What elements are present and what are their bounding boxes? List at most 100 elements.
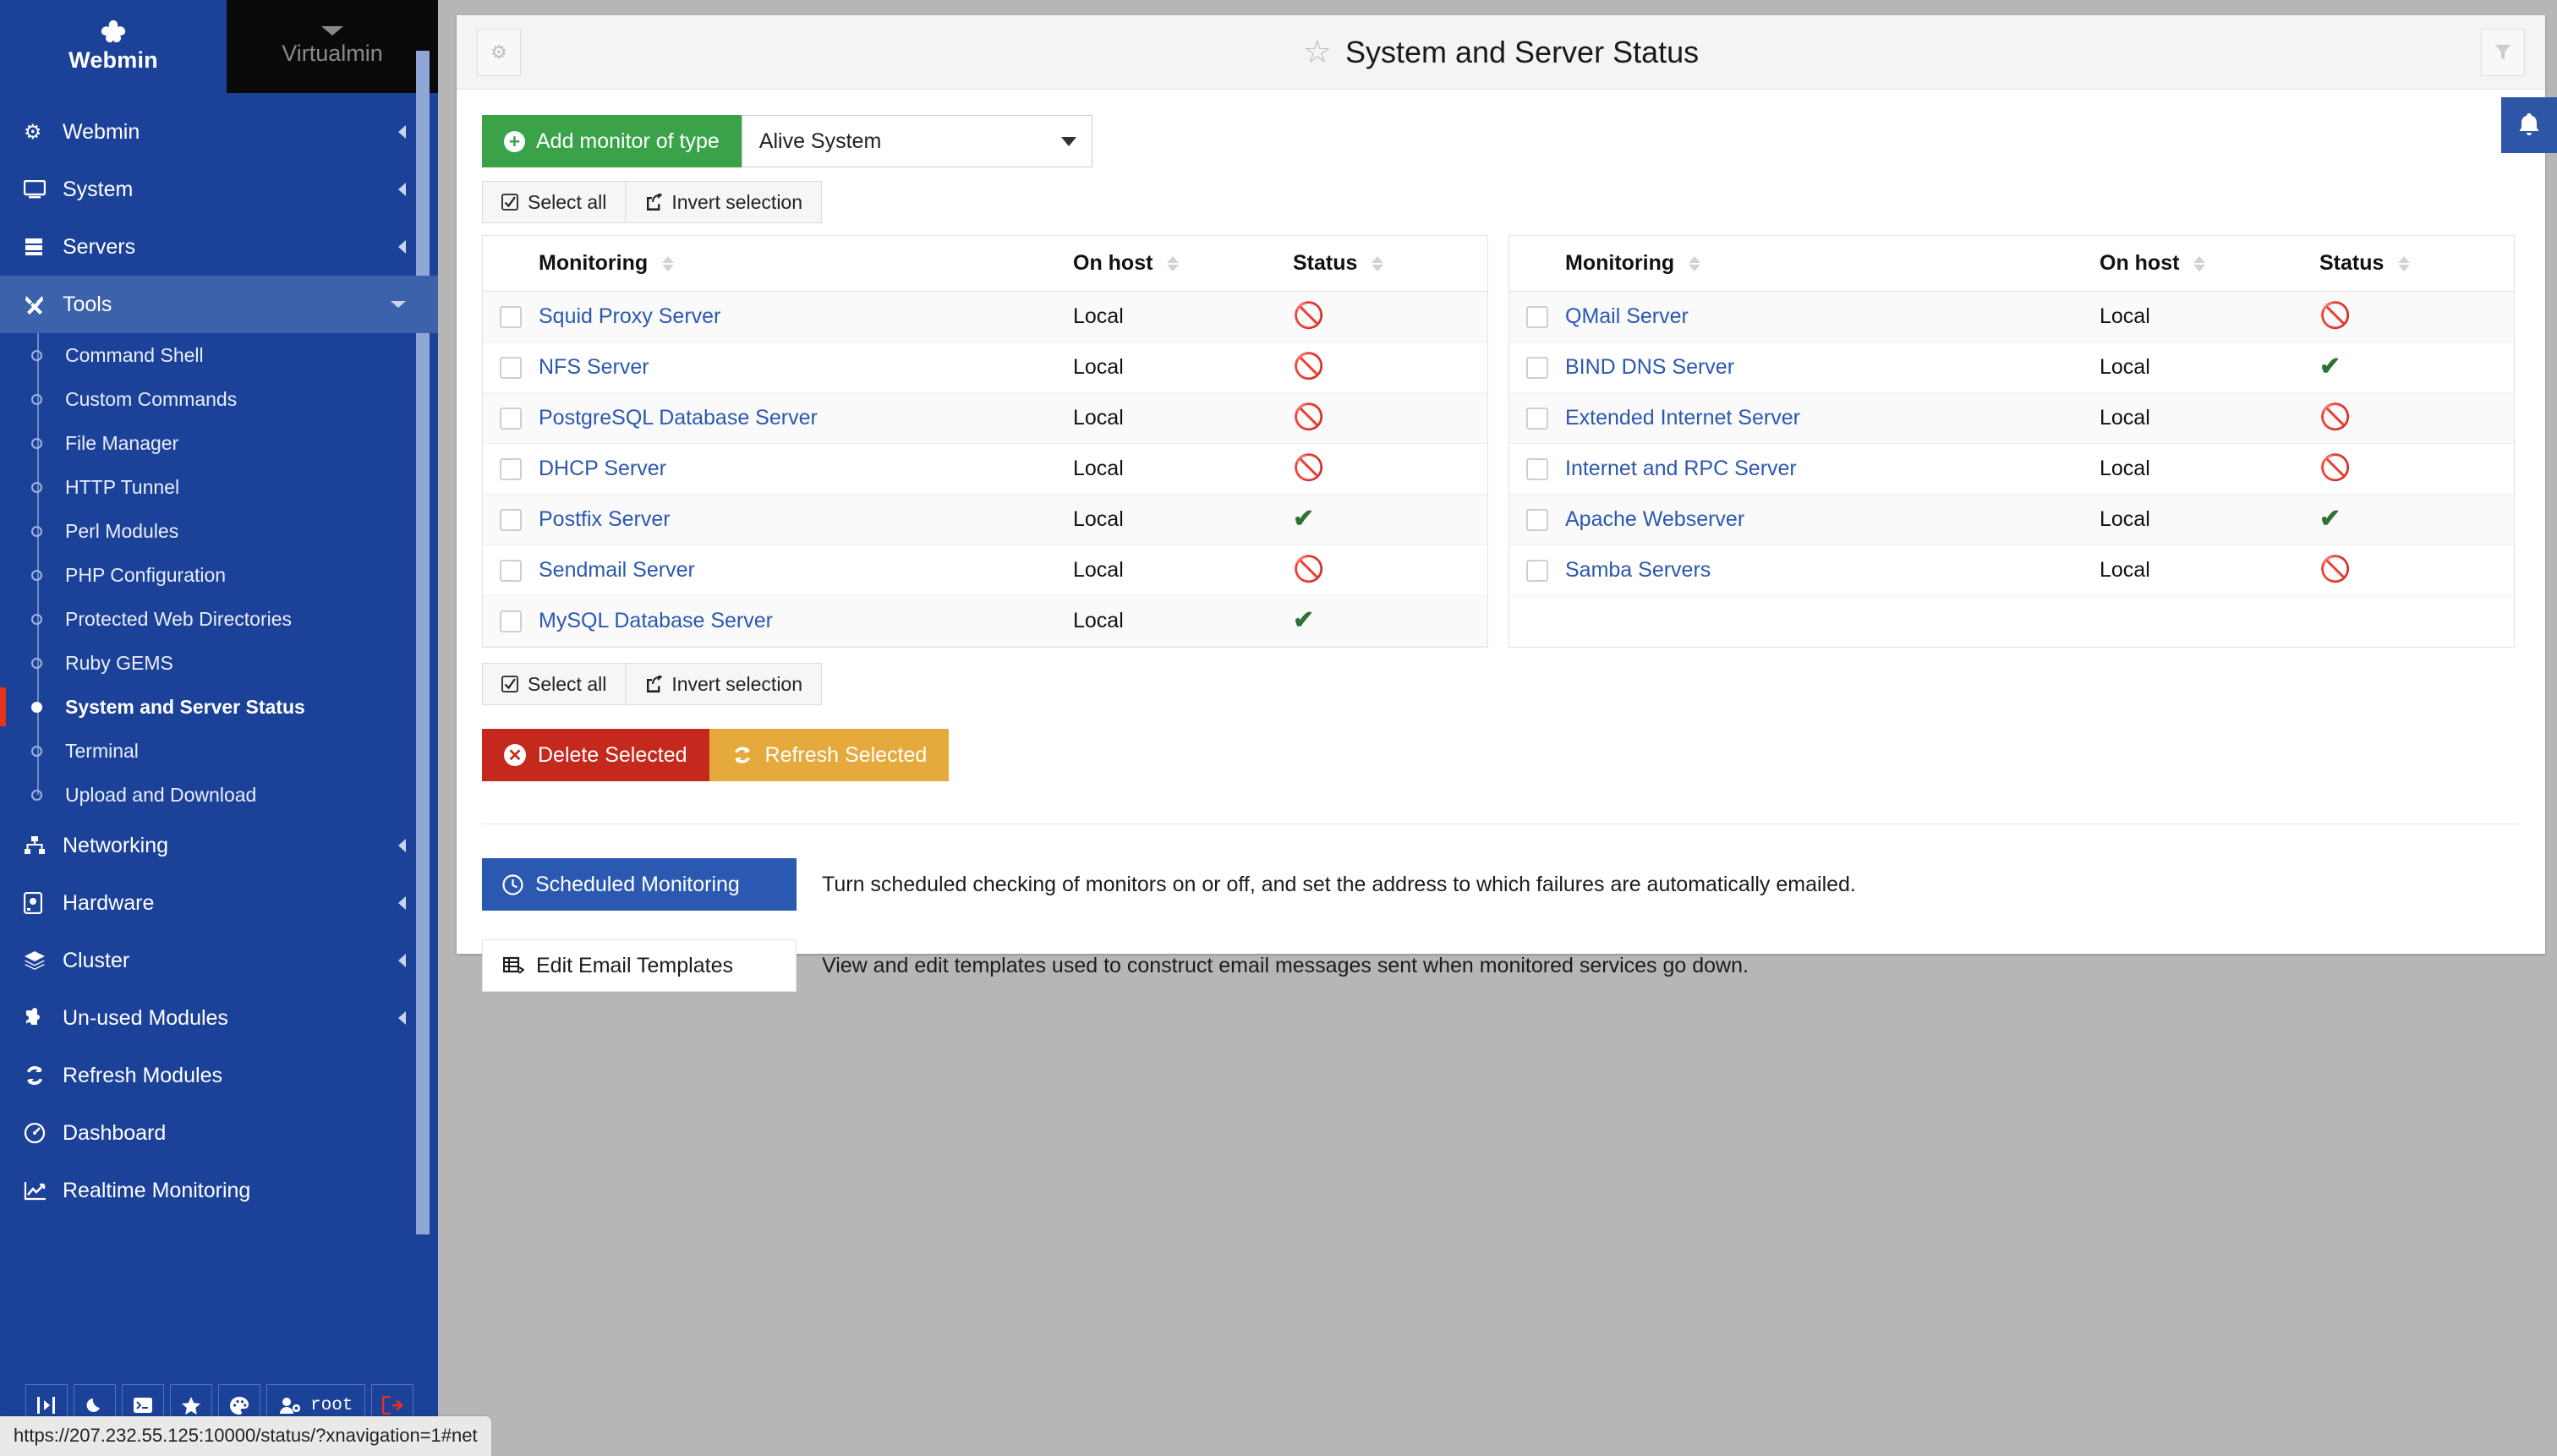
row-checkbox-cell[interactable] bbox=[483, 495, 539, 545]
column-status[interactable]: Status bbox=[2319, 236, 2514, 292]
webmin-logo-icon bbox=[99, 19, 128, 45]
module-config-button[interactable]: ⚙ bbox=[477, 29, 521, 76]
checkbox-icon[interactable] bbox=[500, 560, 522, 582]
sidebar-item-un-used-modules[interactable]: Un-used Modules bbox=[0, 989, 438, 1047]
sidebar-subitem-upload-and-download[interactable]: Upload and Download bbox=[0, 773, 438, 817]
sort-toggle-icon[interactable] bbox=[1167, 256, 1179, 271]
add-monitor-button[interactable]: + Add monitor of type bbox=[482, 115, 742, 167]
monitor-link[interactable]: NFS Server bbox=[539, 355, 649, 379]
sidebar-subitem-file-manager[interactable]: File Manager bbox=[0, 421, 438, 465]
monitor-link[interactable]: BIND DNS Server bbox=[1565, 355, 1734, 379]
sidebar-subitem-label: Custom Commands bbox=[65, 388, 237, 411]
gear-icon: ⚙ bbox=[490, 41, 507, 63]
sidebar-item-realtime-monitoring[interactable]: Realtime Monitoring bbox=[0, 1162, 438, 1219]
row-checkbox-cell[interactable] bbox=[483, 292, 539, 342]
monitor-link[interactable]: Squid Proxy Server bbox=[539, 304, 720, 328]
column-monitoring[interactable]: Monitoring bbox=[1565, 236, 2100, 292]
row-checkbox-cell[interactable] bbox=[483, 393, 539, 444]
monitor-link[interactable]: Internet and RPC Server bbox=[1565, 457, 1797, 480]
sidebar-item-servers[interactable]: Servers bbox=[0, 218, 438, 276]
row-checkbox-cell[interactable] bbox=[483, 545, 539, 596]
sort-toggle-icon[interactable] bbox=[1689, 256, 1700, 271]
checkbox-icon[interactable] bbox=[500, 458, 522, 480]
sidebar-subitem-terminal[interactable]: Terminal bbox=[0, 729, 438, 773]
sidebar-item-dashboard[interactable]: Dashboard bbox=[0, 1104, 438, 1162]
sort-toggle-icon[interactable] bbox=[2398, 256, 2410, 271]
sidebar-item-webmin[interactable]: ⚙ Webmin bbox=[0, 103, 438, 161]
status-ok-icon: ✔ bbox=[1293, 505, 1314, 533]
sidebar-item-cluster[interactable]: Cluster bbox=[0, 932, 438, 989]
scheduled-monitoring-button[interactable]: Scheduled Monitoring bbox=[482, 858, 797, 911]
row-checkbox-cell[interactable] bbox=[1509, 393, 1565, 444]
row-checkbox-cell[interactable] bbox=[483, 444, 539, 495]
sidebar-subitem-http-tunnel[interactable]: HTTP Tunnel bbox=[0, 465, 438, 509]
sidebar-subitem-ruby-gems[interactable]: Ruby GEMS bbox=[0, 641, 438, 685]
notifications-button[interactable] bbox=[2501, 97, 2557, 153]
delete-selected-button[interactable]: ✕ Delete Selected bbox=[482, 729, 709, 781]
checkbox-icon[interactable] bbox=[500, 357, 522, 379]
row-status-cell: 🚫 bbox=[1293, 342, 1487, 393]
checkbox-icon[interactable] bbox=[1526, 560, 1548, 582]
invert-selection-button-bottom[interactable]: Invert selection bbox=[626, 663, 822, 705]
sidebar-subitem-protected-web-directories[interactable]: Protected Web Directories bbox=[0, 597, 438, 641]
edit-email-templates-button[interactable]: Edit Email Templates bbox=[482, 939, 797, 992]
monitor-type-value: Alive System bbox=[759, 129, 881, 154]
checkbox-icon[interactable] bbox=[500, 408, 522, 430]
checkbox-icon[interactable] bbox=[1526, 357, 1548, 379]
select-all-button-bottom[interactable]: Select all bbox=[482, 663, 626, 705]
sidebar-subitem-perl-modules[interactable]: Perl Modules bbox=[0, 509, 438, 553]
invert-selection-button-top[interactable]: Invert selection bbox=[626, 181, 822, 223]
sidebar-item-tools[interactable]: Tools bbox=[0, 276, 438, 333]
sort-toggle-icon[interactable] bbox=[1372, 256, 1383, 271]
column-on-host[interactable]: On host bbox=[2100, 236, 2319, 292]
filter-button[interactable] bbox=[2481, 29, 2525, 76]
checkbox-icon[interactable] bbox=[1526, 408, 1548, 430]
monitor-type-select[interactable]: Alive System bbox=[742, 115, 1092, 167]
checkbox-icon[interactable] bbox=[500, 306, 522, 328]
select-all-button-top[interactable]: Select all bbox=[482, 181, 626, 223]
checkbox-icon[interactable] bbox=[1526, 458, 1548, 480]
row-checkbox-cell[interactable] bbox=[1509, 495, 1565, 545]
brand-webmin[interactable]: Webmin bbox=[0, 0, 227, 93]
sidebar-item-system[interactable]: System bbox=[0, 161, 438, 218]
row-checkbox-cell[interactable] bbox=[1509, 292, 1565, 342]
monitor-link[interactable]: Sendmail Server bbox=[539, 558, 695, 582]
sidebar-item-hardware[interactable]: Hardware bbox=[0, 874, 438, 932]
monitor-link[interactable]: DHCP Server bbox=[539, 457, 666, 480]
checkbox-icon[interactable] bbox=[500, 509, 522, 531]
checkbox-icon[interactable] bbox=[1526, 306, 1548, 328]
monitor-link[interactable]: MySQL Database Server bbox=[539, 609, 773, 632]
sidebar-subitem-custom-commands[interactable]: Custom Commands bbox=[0, 377, 438, 421]
sort-toggle-icon[interactable] bbox=[2193, 256, 2205, 271]
star-outline-icon[interactable]: ☆ bbox=[1303, 36, 1332, 68]
monitor-link[interactable]: PostgreSQL Database Server bbox=[539, 406, 818, 430]
sidebar-subitem-command-shell[interactable]: Command Shell bbox=[0, 333, 438, 377]
monitor-link[interactable]: Postfix Server bbox=[539, 507, 671, 531]
monitor-link[interactable]: Samba Servers bbox=[1565, 558, 1711, 582]
monitor-link[interactable]: Apache Webserver bbox=[1565, 507, 1744, 531]
page-content: + Add monitor of type Alive System Selec… bbox=[457, 90, 2545, 992]
checkbox-icon[interactable] bbox=[500, 610, 522, 632]
row-checkbox-cell[interactable] bbox=[483, 342, 539, 393]
brand-virtualmin[interactable]: Virtualmin bbox=[227, 0, 438, 93]
sidebar-item-networking[interactable]: Networking bbox=[0, 817, 438, 874]
monitor-link[interactable]: QMail Server bbox=[1565, 304, 1689, 328]
row-checkbox-cell[interactable] bbox=[1509, 342, 1565, 393]
column-status[interactable]: Status bbox=[1293, 236, 1487, 292]
row-checkbox-cell[interactable] bbox=[1509, 444, 1565, 495]
sidebar-subitem-label: Ruby GEMS bbox=[65, 652, 173, 675]
row-checkbox-cell[interactable] bbox=[483, 596, 539, 647]
sidebar-subitem-php-configuration[interactable]: PHP Configuration bbox=[0, 553, 438, 597]
column-checkbox bbox=[1509, 236, 1565, 292]
sort-toggle-icon[interactable] bbox=[662, 256, 674, 271]
row-checkbox-cell[interactable] bbox=[1509, 545, 1565, 596]
sidebar-subitem-label: Terminal bbox=[65, 740, 139, 763]
column-monitoring[interactable]: Monitoring bbox=[539, 236, 1073, 292]
column-on-host[interactable]: On host bbox=[1073, 236, 1293, 292]
bullet-icon bbox=[31, 614, 42, 625]
sidebar-subitem-system-and-server-status[interactable]: System and Server Status bbox=[0, 685, 438, 729]
checkbox-icon[interactable] bbox=[1526, 509, 1548, 531]
sidebar-item-refresh-modules[interactable]: Refresh Modules bbox=[0, 1047, 438, 1104]
refresh-selected-button[interactable]: Refresh Selected bbox=[709, 729, 950, 781]
monitor-link[interactable]: Extended Internet Server bbox=[1565, 406, 1800, 430]
